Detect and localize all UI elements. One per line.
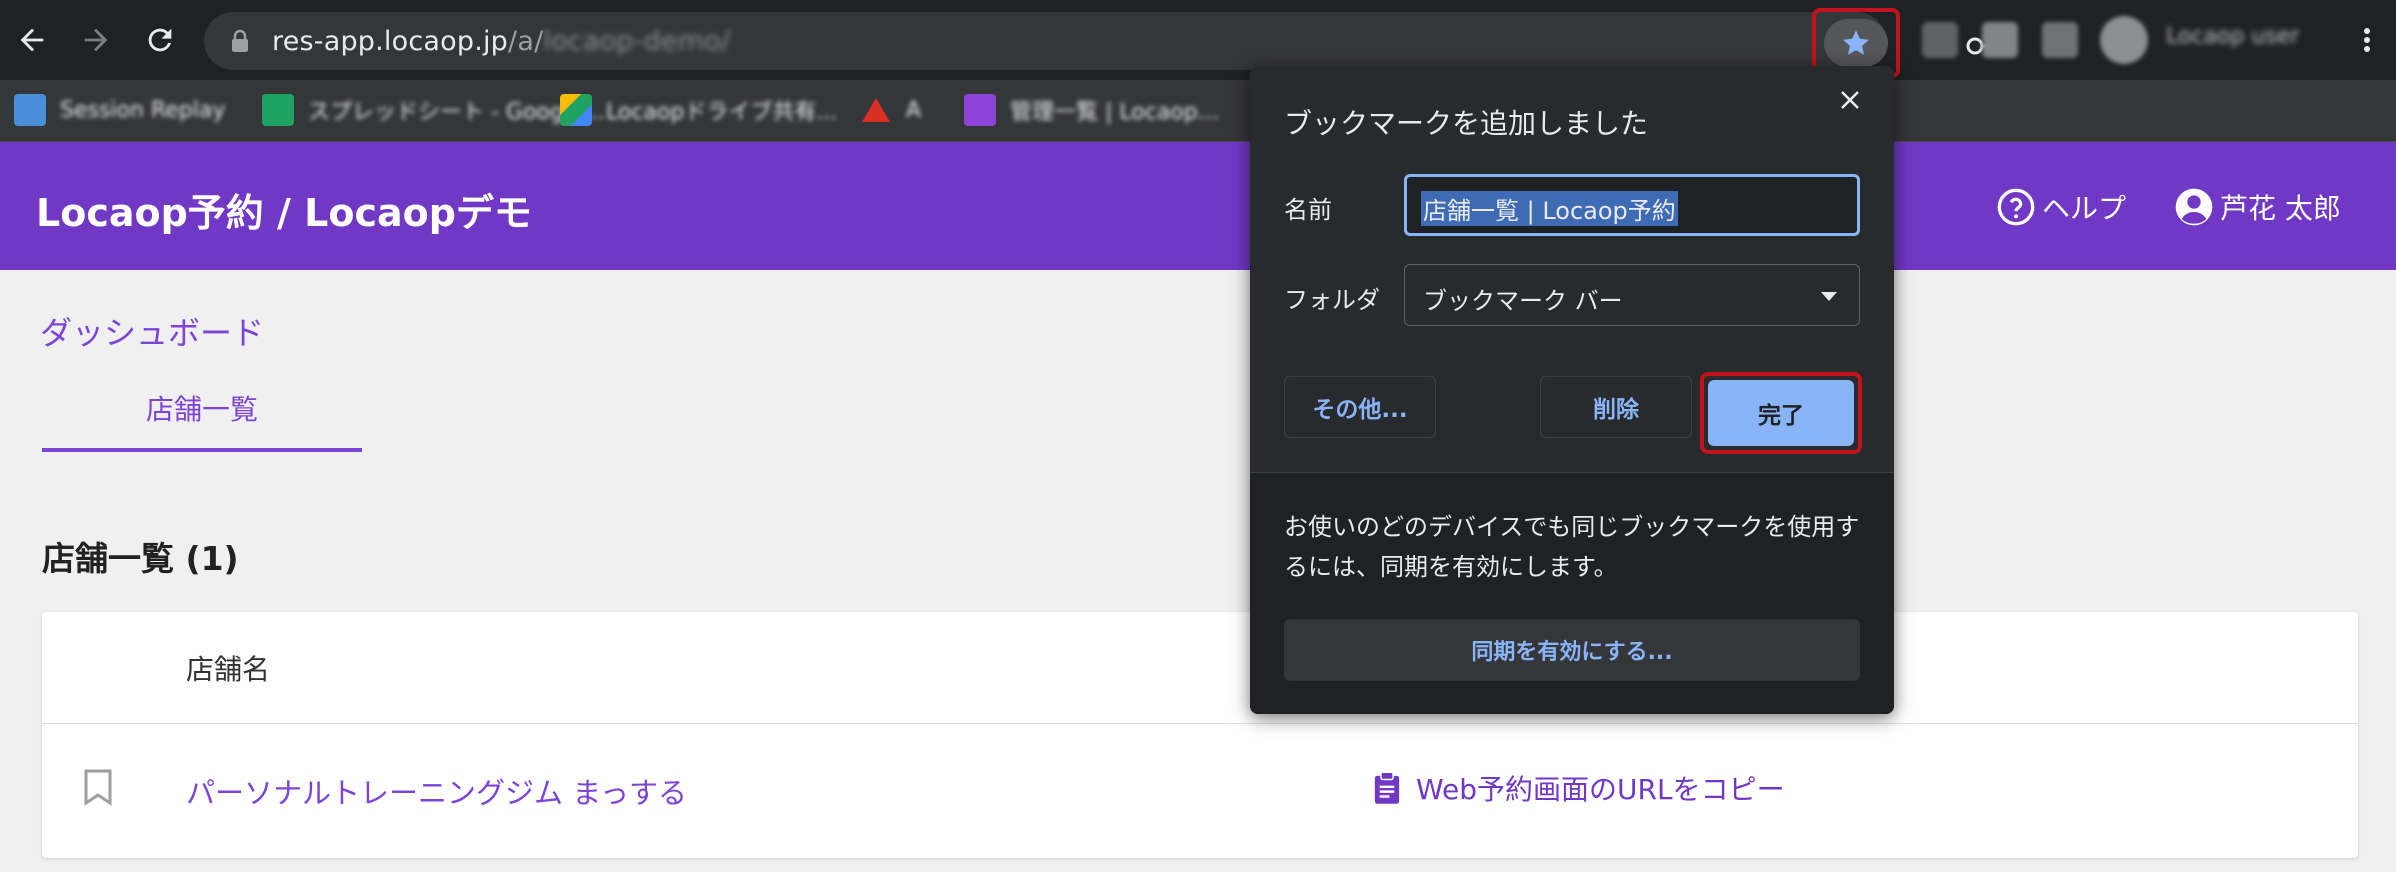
bookmark-item-3[interactable]: Locaopドライブ共有...	[560, 88, 837, 132]
avatar	[2100, 16, 2148, 64]
address-bar[interactable]: res-app.locaop.jp/a/locaop-demo/	[204, 12, 1999, 70]
folder-label: フォルダ	[1284, 286, 1380, 314]
bookmark-name-input[interactable]: 店舗一覧 | Locaop予約	[1404, 174, 1860, 236]
close-button[interactable]	[1832, 82, 1868, 118]
bookmark-star-button[interactable]	[1824, 19, 1888, 67]
folder-value: ブックマーク バー	[1423, 287, 1623, 315]
user-name: 芦花 太郎	[2220, 192, 2341, 225]
user-menu[interactable]: 芦花 太郎	[2174, 182, 2341, 232]
bookmark-outline-icon[interactable]	[82, 768, 114, 806]
chrome-menu-button[interactable]	[2352, 20, 2382, 60]
purple-grid-icon	[964, 94, 996, 126]
clipboard-icon	[1374, 771, 1400, 804]
bookmark-added-dialog: ブックマークを追加しました 名前 店舗一覧 | Locaop予約 フォルダ ブッ…	[1250, 66, 1894, 714]
tab-label: 店舗一覧	[145, 393, 258, 426]
app-header: Locaop予約 / Locaopデモ ヘルプ 芦花 太郎	[0, 142, 2396, 270]
close-icon	[1841, 91, 1859, 109]
url-path-obscured: locaop-demo/	[543, 26, 731, 57]
chevron-down-icon	[1821, 292, 1837, 301]
bookmark-label: 管理一覧 | Locaop...	[1010, 100, 1219, 125]
breadcrumb-dashboard[interactable]: ダッシュボード	[40, 308, 264, 354]
back-button[interactable]	[8, 16, 56, 64]
help-link[interactable]: ヘルプ	[1996, 182, 2126, 232]
section-title: 店舗一覧 (1)	[42, 539, 239, 578]
sync-message: お使いのどのデバイスでも同じブックマークを使用するには、同期を有効にします。	[1284, 513, 1860, 581]
tab-store-list[interactable]: 店舗一覧	[42, 380, 362, 452]
url-host: res-app.locaop.jp	[272, 26, 509, 57]
dialog-title: ブックマークを追加しました	[1284, 107, 1649, 140]
bookmark-name-value: 店舗一覧 | Locaop予約	[1421, 191, 1678, 226]
bookmarks-bar: Session Replay スプレッドシート - Google... Loca…	[0, 80, 2396, 142]
copy-url-button[interactable]: Web予約画面のURLをコピー	[1372, 768, 1785, 808]
profile-name: Locaop user	[2166, 24, 2300, 49]
extension-puzzle-icon[interactable]	[1982, 22, 2018, 58]
done-button-highlight: 完了	[1700, 372, 1862, 454]
bookmark-item-4[interactable]: A	[860, 88, 921, 132]
app-title[interactable]: Locaop予約 / Locaopデモ	[36, 182, 532, 237]
store-table: 店舗名 パーソナルトレーニングジム まっする Web予約画面のURLをコピー	[42, 612, 2358, 858]
forward-arrow-icon	[84, 28, 108, 52]
sheets-icon	[262, 94, 294, 126]
more-button[interactable]: その他...	[1284, 376, 1436, 438]
red-triangle-icon	[862, 98, 890, 122]
url-text: res-app.locaop.jp/a/locaop-demo/	[272, 26, 730, 57]
bookmark-label: Locaopドライブ共有...	[606, 100, 838, 125]
folder-select[interactable]: ブックマーク バー	[1404, 264, 1860, 326]
bookmark-item-5[interactable]: 管理一覧 | Locaop...	[964, 88, 1219, 132]
back-arrow-icon	[20, 28, 44, 52]
bookmark-favicon-icon	[14, 94, 46, 126]
help-circle-icon	[1997, 188, 2035, 226]
lock-icon	[232, 29, 248, 52]
bookmark-label: Session Replay	[60, 97, 226, 123]
name-label: 名前	[1284, 196, 1332, 224]
copy-url-label: Web予約画面のURLをコピー	[1416, 773, 1785, 806]
drive-icon	[560, 94, 592, 126]
account-circle-icon	[2175, 188, 2213, 226]
done-button[interactable]: 完了	[1708, 380, 1854, 446]
bookmark-item-2[interactable]: スプレッドシート - Google...	[262, 88, 605, 132]
bookmark-item-1[interactable]: Session Replay	[14, 88, 225, 132]
bookmark-label: A	[906, 97, 922, 123]
table-row: パーソナルトレーニングジム まっする Web予約画面のURLをコピー	[42, 724, 2358, 858]
star-icon	[1843, 30, 1869, 55]
enable-sync-button[interactable]: 同期を有効にする...	[1284, 619, 1860, 681]
profile-button[interactable]: Locaop user	[2100, 12, 2330, 68]
url-path: /a/	[508, 26, 544, 57]
column-header-store-name: 店舗名	[186, 653, 271, 686]
help-label: ヘルプ	[2042, 192, 2127, 225]
browser-toolbar: res-app.locaop.jp/a/locaop-demo/ Locaop …	[0, 0, 2396, 80]
forward-button[interactable]	[72, 16, 120, 64]
extension-icon[interactable]	[1922, 22, 1958, 58]
reload-button[interactable]	[136, 16, 184, 64]
sync-promo: お使いのどのデバイスでも同じブックマークを使用するには、同期を有効にします。 同…	[1250, 472, 1894, 714]
reading-list-icon[interactable]	[2042, 22, 2078, 58]
store-name-link[interactable]: パーソナルトレーニングジム まっする	[186, 770, 687, 812]
delete-button[interactable]: 削除	[1540, 376, 1692, 438]
reload-icon	[148, 28, 172, 52]
table-header: 店舗名	[42, 612, 2358, 724]
